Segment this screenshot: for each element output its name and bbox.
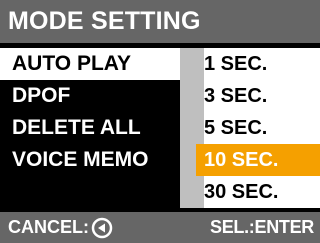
- menu-item-auto-play[interactable]: AUTO PLAY: [0, 48, 180, 80]
- back-arrow-circle-icon: [91, 217, 113, 239]
- mode-setting-screen: MODE SETTING AUTO PLAY DPOF DELETE ALL V…: [0, 0, 320, 243]
- option-10-sec[interactable]: 10 SEC.: [196, 144, 320, 176]
- cancel-label: CANCEL:: [8, 217, 89, 237]
- page-title: MODE SETTING: [0, 0, 320, 43]
- option-3-sec[interactable]: 3 SEC.: [204, 80, 320, 112]
- cancel-hint[interactable]: CANCEL:: [8, 212, 113, 243]
- option-5-sec[interactable]: 5 SEC.: [204, 112, 320, 144]
- menu-item-voice-memo[interactable]: VOICE MEMO: [0, 144, 180, 176]
- enter-hint: SEL.:ENTER: [210, 217, 315, 237]
- option-1-sec[interactable]: 1 SEC.: [204, 48, 320, 80]
- option-30-sec[interactable]: 30 SEC.: [204, 176, 320, 208]
- menu-item-delete-all[interactable]: DELETE ALL: [0, 112, 180, 144]
- menu-item-dpof[interactable]: DPOF: [0, 80, 180, 112]
- footer-bar: CANCEL: SEL.:ENTER: [0, 212, 320, 243]
- submenu-scrollbar[interactable]: [180, 48, 204, 208]
- mode-menu: AUTO PLAY DPOF DELETE ALL VOICE MEMO: [0, 48, 180, 208]
- interval-option-list: 1 SEC. 3 SEC. 5 SEC. 10 SEC. 30 SEC.: [196, 48, 320, 208]
